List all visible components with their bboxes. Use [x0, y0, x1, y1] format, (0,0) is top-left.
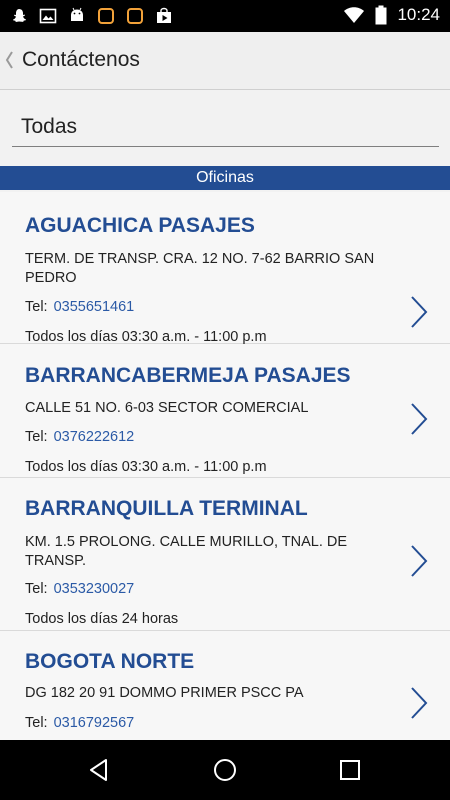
navigation-bar [0, 740, 450, 800]
clock: 10:24 [397, 5, 440, 24]
status-bar: 10:24 [0, 0, 450, 32]
office-address: DG 182 20 91 DOMMO PRIMER PSCC PA [25, 685, 304, 701]
phone-label: Tel: [25, 715, 48, 731]
city-filter-value: Todas [21, 115, 78, 138]
snapchat-icon [13, 9, 26, 22]
office-phone-row: Tel: 0355651461 [25, 299, 134, 315]
office-item[interactable]: AGUACHICA PASAJES TERM. DE TRANSP. CRA. … [0, 192, 450, 345]
office-hours: Todos los días 03:30 a.m. - 11:00 p.m [25, 329, 267, 345]
office-phone-row: Tel: 0353230027 [25, 581, 134, 597]
wifi-icon [344, 7, 365, 23]
filter-area: Todas [0, 91, 450, 165]
city-filter-select[interactable]: Todas [12, 111, 439, 147]
phone-label: Tel: [25, 581, 48, 597]
office-item[interactable]: BARRANQUILLA TERMINAL KM. 1.5 PROLONG. C… [0, 478, 450, 631]
phone-number-link[interactable]: 0355651461 [54, 299, 135, 315]
office-hours: Todos los días 03:30 a.m. - 11:00 p.m [25, 459, 267, 475]
phone-label: Tel: [25, 429, 48, 445]
office-hours: Todos los días 24 horas [25, 611, 179, 627]
square-app-icon [98, 8, 114, 24]
office-address: CALLE 51 NO. 6-03 SECTOR COMERCIAL [25, 400, 309, 416]
play-store-icon [157, 7, 171, 23]
app-screen: Contáctenos Todas Oficinas AGUACHICA PAS… [0, 32, 450, 740]
office-name: BOGOTA NORTE [25, 650, 195, 673]
office-phone-row: Tel: 0376222612 [25, 429, 134, 445]
home-circle-icon[interactable] [212, 757, 238, 783]
office-address: TERM. DE TRANSP. CRA. 12 NO. 7-62 BARRIO… [25, 251, 375, 286]
page-title: Contáctenos [22, 48, 140, 71]
phone-number-link[interactable]: 0353230027 [54, 581, 135, 597]
phone-number-link[interactable]: 0376222612 [54, 429, 135, 445]
notification-icons [10, 7, 173, 25]
android-icon [71, 7, 83, 21]
app-bar: Contáctenos [0, 32, 450, 90]
system-status: 10:24 [343, 5, 440, 25]
chevron-right-icon[interactable] [410, 544, 428, 578]
office-item[interactable]: BOGOTA NORTE DG 182 20 91 DOMMO PRIMER P… [0, 631, 450, 740]
battery-icon [375, 5, 387, 25]
office-list: AGUACHICA PASAJES TERM. DE TRANSP. CRA. … [0, 192, 450, 740]
image-icon [39, 8, 57, 24]
phone-label: Tel: [25, 299, 48, 315]
section-header: Oficinas [0, 166, 450, 190]
office-name: BARRANQUILLA TERMINAL [25, 497, 308, 520]
office-phone-row: Tel: 0316792567 [25, 715, 134, 731]
chevron-left-icon[interactable] [4, 50, 14, 70]
chevron-right-icon[interactable] [410, 295, 428, 329]
chevron-right-icon[interactable] [410, 686, 428, 720]
recents-square-icon[interactable] [337, 757, 363, 783]
square-app-icon [127, 8, 143, 24]
office-name: AGUACHICA PASAJES [25, 214, 255, 237]
office-item[interactable]: BARRANCABERMEJA PASAJES CALLE 51 NO. 6-0… [0, 344, 450, 478]
office-address: KM. 1.5 PROLONG. CALLE MURILLO, TNAL. DE… [25, 534, 348, 569]
chevron-right-icon[interactable] [410, 402, 428, 436]
phone-number-link[interactable]: 0316792567 [54, 715, 135, 731]
back-triangle-icon[interactable] [86, 757, 112, 783]
office-name: BARRANCABERMEJA PASAJES [25, 364, 351, 387]
